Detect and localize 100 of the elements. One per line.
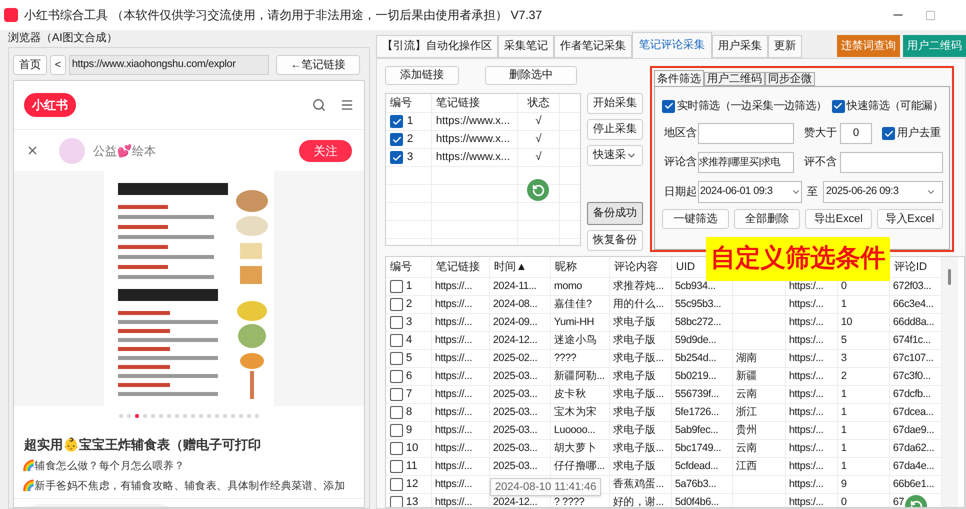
table-cell: 1	[838, 440, 890, 457]
note-link-button[interactable]: ←笔记链接	[276, 55, 360, 75]
checkbox[interactable]	[390, 424, 403, 437]
table-cell: 宝木为宋	[551, 404, 610, 421]
table-cell: 嘉佳佳?	[551, 296, 610, 313]
checkbox[interactable]	[882, 127, 895, 140]
home-button[interactable]: 首页	[13, 55, 47, 75]
table-cell: https://...	[432, 422, 490, 439]
scrollbar[interactable]	[942, 257, 958, 507]
field-label: 地区含	[663, 126, 698, 142]
table-cell-text: 7	[406, 387, 412, 402]
tab[interactable]: 笔记评论采集	[632, 32, 712, 58]
filter-tab[interactable]: 同步企微	[765, 72, 815, 86]
column-header[interactable]: UID	[676, 258, 695, 276]
table-cell: https://...	[432, 296, 490, 313]
checkbox[interactable]	[390, 388, 403, 401]
table-cell: 求电子版...	[610, 386, 672, 403]
logo[interactable]: 小红书	[24, 93, 76, 117]
search-icon[interactable]	[312, 98, 326, 112]
checkbox[interactable]	[390, 442, 403, 455]
comment-field[interactable]: 求推荐|哪里买|求电	[698, 152, 794, 173]
column-header[interactable]: 评论ID	[894, 258, 927, 276]
table-cell: momo	[551, 278, 610, 295]
action-button[interactable]: 开始采集	[587, 93, 643, 114]
note-text: 🌈新手爸妈不焦虑，有辅食攻略、辅食表、具体制作经典菜谱、添加	[21, 478, 346, 494]
table-cell: 好的，谢...	[610, 494, 672, 507]
exclude-field[interactable]	[840, 152, 943, 173]
column-header[interactable]: 时间▲	[494, 258, 527, 276]
back-button[interactable]: <	[50, 55, 66, 75]
column-header[interactable]: 编号	[390, 258, 412, 276]
likes-field[interactable]: 0	[840, 123, 872, 144]
date-to-picker[interactable]: 2025-06-26 09:3	[823, 181, 943, 203]
filter-button[interactable]: 一键筛选	[662, 209, 728, 229]
tab[interactable]: 【引流】自动化操作区	[376, 35, 498, 58]
checkbox[interactable]	[390, 115, 403, 128]
checkbox[interactable]	[390, 133, 403, 146]
table-cell: 5cfdead...	[672, 458, 733, 475]
url-field[interactable]: https://www.xiaohongshu.com/explor	[69, 55, 269, 75]
header-button[interactable]: 用户二维码	[903, 35, 966, 57]
table-cell: 求电子版	[610, 404, 672, 421]
filter-button[interactable]: 导出Excel	[805, 209, 872, 229]
column-header[interactable]: 状态	[528, 94, 550, 112]
callout-label: 自定义筛选条件	[706, 237, 890, 281]
follow-button[interactable]: 关注	[299, 140, 352, 162]
checkbox[interactable]	[390, 406, 403, 419]
backup-button[interactable]: 备份成功	[587, 202, 643, 225]
table-cell: https://...	[432, 458, 490, 475]
menu-icon[interactable]	[340, 98, 354, 112]
table-cell: 1	[838, 458, 890, 475]
table-cell: 5ab9fec...	[672, 422, 733, 439]
table-cell: 2025-03...	[490, 386, 551, 403]
table-cell: https:/...	[786, 314, 838, 331]
table-cell-text: 3	[407, 150, 414, 166]
filter-tab[interactable]: 用户二维码	[704, 72, 765, 86]
table-cell: 2025-03...	[490, 458, 551, 475]
filter-tab[interactable]: 条件筛选	[654, 70, 704, 86]
table-cell: √	[518, 149, 560, 166]
field-label: 赞大于	[804, 126, 838, 142]
checkbox[interactable]	[390, 151, 403, 164]
column-header[interactable]: 评论内容	[614, 258, 658, 276]
checkbox[interactable]	[390, 496, 403, 507]
column-header[interactable]: 昵称	[555, 258, 577, 276]
checkbox[interactable]	[390, 298, 403, 311]
table-cell: 仔仔撸哪...	[551, 458, 610, 475]
table-cell: https:/...	[786, 332, 838, 349]
column-header[interactable]: 笔记链接	[436, 94, 480, 112]
mode-dropdown[interactable]: 快速采	[587, 145, 643, 166]
filter-button[interactable]: 全部删除	[734, 209, 800, 229]
delete-selected-button[interactable]: 删除选中	[485, 66, 577, 85]
checkbox[interactable]	[390, 334, 403, 347]
author-name[interactable]: 公益💕绘本	[93, 142, 156, 160]
date-from-picker[interactable]: 2024-06-01 09:3	[698, 181, 802, 203]
checkbox[interactable]	[662, 100, 675, 112]
add-link-button[interactable]: 添加链接	[385, 66, 459, 85]
checkbox[interactable]	[390, 352, 403, 365]
table-cell: https:/...	[786, 296, 838, 313]
column-header[interactable]: 笔记链接	[436, 258, 480, 276]
tab[interactable]: 作者笔记采集	[554, 35, 632, 58]
checkbox[interactable]	[390, 316, 403, 329]
table-cell: 用的什么...	[610, 296, 672, 313]
column-header[interactable]: 编号	[390, 94, 412, 112]
action-button[interactable]: 停止采集	[587, 119, 643, 140]
table-cell: 5d0f4b6...	[672, 494, 733, 507]
checkbox[interactable]	[832, 100, 845, 112]
close-icon[interactable]	[26, 144, 39, 157]
checkbox[interactable]	[390, 280, 403, 293]
action-button[interactable]: 恢复备份	[587, 230, 643, 251]
filter-button[interactable]: 导入Excel	[876, 209, 943, 229]
table-cell: 2024-12...	[490, 332, 551, 349]
tab[interactable]: 采集笔记	[498, 35, 554, 58]
checkbox[interactable]	[390, 460, 403, 473]
checkbox[interactable]	[390, 370, 403, 383]
tab[interactable]: 更新	[768, 35, 802, 58]
table-cell: https:/...	[786, 404, 838, 421]
table-cell: https://www.x...	[432, 131, 518, 148]
note-title: 超实用👶宝宝王炸辅食表（赠电子可打印	[23, 436, 262, 454]
region-field[interactable]	[698, 123, 794, 144]
checkbox[interactable]	[390, 478, 403, 491]
tab[interactable]: 用户采集	[712, 35, 768, 58]
table-cell: √	[518, 131, 560, 148]
